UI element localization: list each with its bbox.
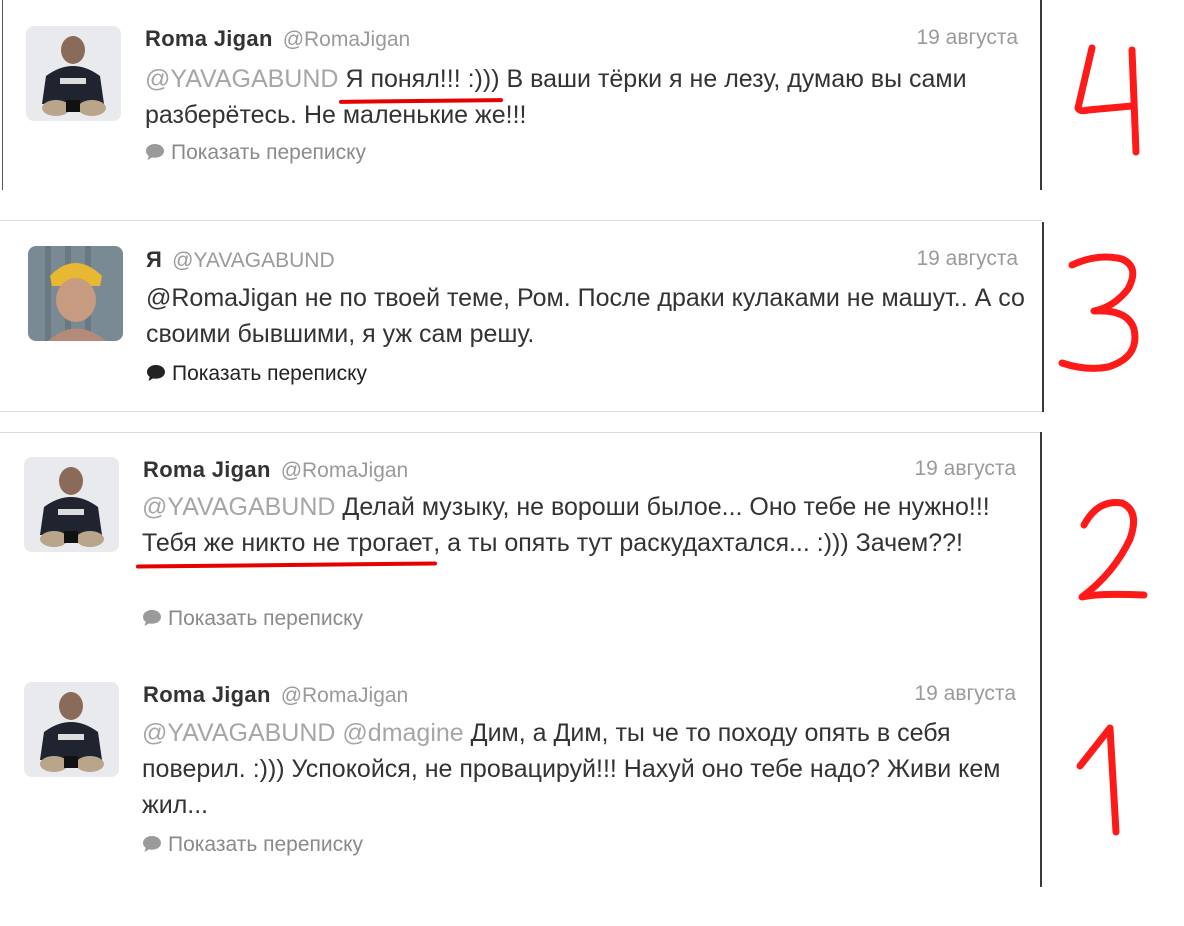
tweet-date[interactable]: 19 августа	[916, 26, 1018, 50]
author-handle[interactable]: @RomaJigan	[281, 459, 409, 482]
underlined-phrase: Я понял!!! :)))	[345, 61, 499, 97]
tweet-body-after: , а ты опять тут раскудахтался... :))) З…	[433, 529, 963, 557]
avatar-image	[24, 682, 119, 777]
tweet-date[interactable]: 19 августа	[914, 457, 1016, 481]
speech-bubble-icon	[146, 144, 164, 160]
show-conversation-label: Показать переписку	[168, 607, 364, 630]
handwritten-number-1	[1076, 724, 1120, 836]
tweet-4: Roma Jigan @RomaJigan 19 августа @YAVAGAB…	[0, 0, 1140, 190]
show-conversation-link[interactable]: Показать переписку	[145, 141, 366, 165]
speech-bubble-icon	[143, 836, 161, 852]
show-conversation-link[interactable]: Показать переписку	[142, 607, 363, 631]
author-handle[interactable]: @RomaJigan	[281, 684, 409, 707]
tweet-date[interactable]: 19 августа	[914, 682, 1016, 706]
speech-bubble-icon	[147, 365, 165, 381]
avatar[interactable]	[24, 457, 119, 552]
tweet-text: @YAVAGABUND Делай музыку, не вороши было…	[142, 489, 1022, 561]
tweet-text: @YAVAGABUND Я понял!!! :))) В ваши тёрки…	[145, 61, 1025, 133]
mention[interactable]: @YAVAGABUND	[142, 493, 335, 521]
show-conversation-link[interactable]: Показать переписку	[146, 362, 367, 386]
author-handle[interactable]: @YAVAGABUND	[172, 249, 335, 272]
avatar-image	[26, 26, 121, 121]
divider-line	[1042, 222, 1044, 412]
tweet-text: @YAVAGABUND @dmagine Дим, а Дим, ты че т…	[142, 715, 1022, 823]
tweet-3: Я @YAVAGABUND 19 августа @RomaJigan не по…	[0, 221, 1139, 411]
tweet-text: @RomaJigan не по твоей теме, Ром. После …	[146, 284, 1025, 348]
underlined-phrase: Тебя же никто не трогает	[142, 525, 433, 561]
handwritten-number-2	[1078, 498, 1148, 601]
author-name[interactable]: Roma Jigan	[143, 457, 271, 482]
avatar[interactable]	[24, 682, 119, 777]
mention[interactable]: @YAVAGABUND	[145, 65, 338, 93]
avatar-image	[24, 457, 119, 552]
handwritten-number-4	[1074, 44, 1140, 156]
author-handle[interactable]: @RomaJigan	[283, 28, 411, 51]
show-conversation-label: Показать переписку	[171, 141, 367, 164]
mention[interactable]: @YAVAGABUND @dmagine	[142, 719, 464, 747]
tweet-2: Roma Jigan @RomaJigan 19 августа @YAVAGAB…	[0, 433, 1148, 657]
tweet-date[interactable]: 19 августа	[916, 247, 1018, 271]
avatar[interactable]	[26, 26, 121, 121]
author-name[interactable]: Roma Jigan	[145, 26, 273, 51]
show-conversation-label: Показать переписку	[172, 362, 368, 385]
avatar[interactable]	[28, 246, 123, 341]
speech-bubble-icon	[143, 610, 161, 626]
author-name[interactable]: Я	[146, 247, 162, 272]
author-name[interactable]: Roma Jigan	[143, 682, 271, 707]
avatar-image	[28, 246, 123, 341]
tweet-1: Roma Jigan @RomaJigan 19 августа @YAVAGAB…	[0, 658, 1120, 886]
tweet-body-before: Делай музыку, не вороши былое... Оно теб…	[335, 493, 990, 521]
show-conversation-link[interactable]: Показать переписку	[142, 833, 363, 857]
show-conversation-label: Показать переписку	[168, 833, 364, 856]
handwritten-number-3	[1058, 253, 1139, 372]
